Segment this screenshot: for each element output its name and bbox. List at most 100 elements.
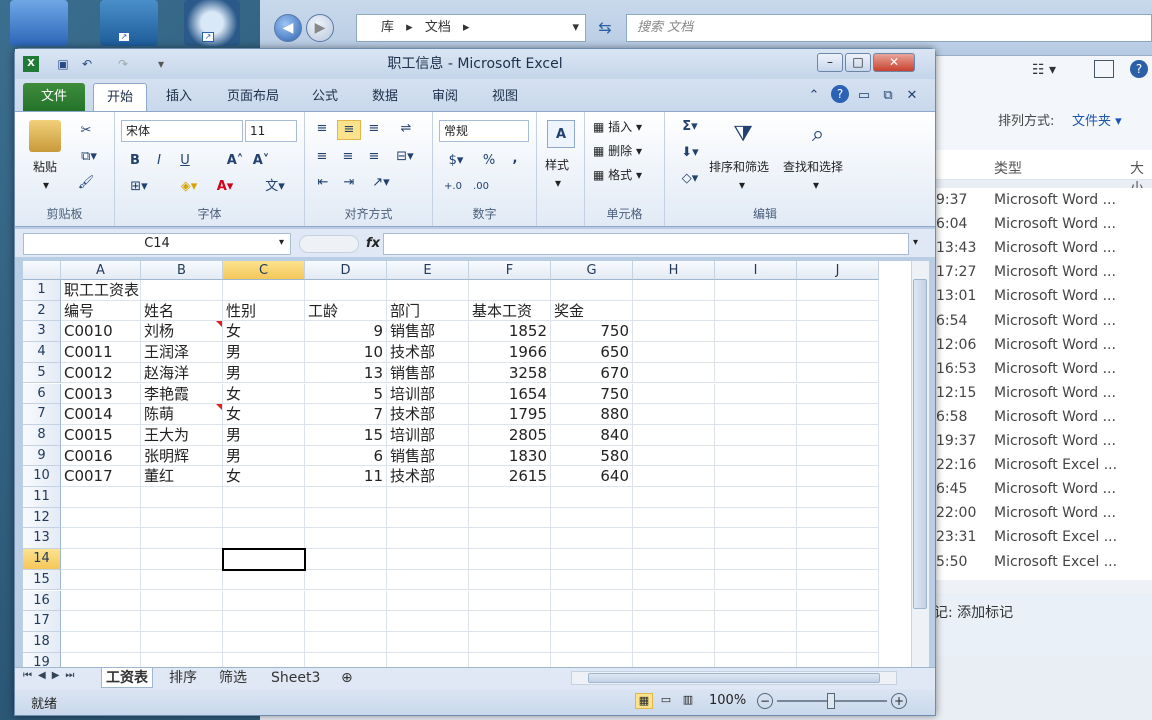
align-left-icon[interactable]: ≡ [313,148,331,166]
breadcrumb-library[interactable]: 库 [381,20,394,35]
zoom-slider-thumb[interactable] [827,693,835,709]
cell-f14[interactable] [469,549,551,570]
cell-h19[interactable] [633,652,715,667]
cell-i12[interactable] [715,507,797,529]
cell-i19[interactable] [715,652,797,667]
cell-d17[interactable] [305,611,387,632]
cell-h8[interactable] [633,424,715,446]
explorer-file-row[interactable]: 6:45 Microsoft Word ... [932,477,1152,501]
font-color-icon[interactable]: A▾ [211,178,239,196]
column-header-a[interactable]: A [61,261,141,280]
cell-b11[interactable] [141,487,223,508]
column-header-f[interactable]: F [469,261,551,280]
cell-i3[interactable] [715,321,797,343]
cell-j16[interactable] [797,590,879,612]
styles-button[interactable]: 样式 [545,156,569,174]
sheet-nav-icon[interactable]: ⏮◀▶⏭ [23,670,80,681]
cell-e18[interactable] [387,631,469,653]
cell-g5[interactable]: 670 [551,362,633,384]
desktop-computer-icon[interactable] [10,0,68,46]
cell-a14[interactable] [61,549,141,570]
styles-dropdown-icon[interactable]: ▾ [555,174,561,192]
breadcrumb-documents[interactable]: 文档 [425,20,451,35]
cell-g9[interactable]: 580 [551,445,633,467]
worksheet-grid[interactable]: A B C D E F G H I J 1 职工工资表 2 编号 姓名 性别 工龄 部门 基本工资 奖金 3 C0010 刘… [23,261,911,667]
decrease-decimal-icon[interactable]: .00 [469,178,493,196]
cell-h5[interactable] [633,362,715,384]
cell-g4[interactable]: 650 [551,342,633,363]
cell-c19[interactable] [223,652,305,667]
row-header-18[interactable]: 18 [23,631,61,653]
insert-function-icon[interactable]: fx [361,233,385,255]
cell-d14[interactable] [305,549,387,570]
currency-icon[interactable]: $▾ [441,152,471,170]
cell-g11[interactable] [551,487,633,508]
cell-j19[interactable] [797,652,879,667]
cell-h12[interactable] [633,507,715,529]
horizontal-scrollbar[interactable] [571,671,897,685]
cell-d10[interactable]: 11 [305,466,387,487]
page-break-view-icon[interactable]: ▥ [679,693,697,709]
cell-e9[interactable]: 销售部 [387,445,469,467]
fill-icon[interactable]: ⬇▾ [675,144,705,162]
cell-j8[interactable] [797,424,879,446]
phonetic-icon[interactable]: 文▾ [261,178,289,196]
cell-e2[interactable]: 部门 [387,300,469,322]
cell-c7[interactable]: 女 [223,404,305,425]
cell-d13[interactable] [305,528,387,550]
font-size-select[interactable]: 11 [245,120,297,142]
cell-i10[interactable] [715,466,797,487]
column-header-d[interactable]: D [305,261,387,280]
format-cells-button[interactable]: ▦ 格式 ▾ [593,166,642,184]
cell-j18[interactable] [797,631,879,653]
cell-a9[interactable]: C0016 [61,445,141,467]
styles-icon[interactable]: A [547,120,575,148]
cell-h15[interactable] [633,569,715,591]
cell-e8[interactable]: 培训部 [387,424,469,446]
cell-f17[interactable] [469,611,551,632]
cell-j2[interactable] [797,300,879,322]
back-icon[interactable]: ◀ [274,14,302,42]
explorer-file-row[interactable]: 22:16 Microsoft Excel ... [932,453,1152,477]
cell-d6[interactable]: 5 [305,383,387,405]
vertical-scrollbar[interactable] [911,261,929,667]
cell-f3[interactable]: 1852 [469,321,551,343]
cell-e5[interactable]: 销售部 [387,362,469,384]
cell-e11[interactable] [387,487,469,508]
cell-c14[interactable] [223,549,305,570]
paste-button[interactable]: 粘贴 [33,158,57,176]
bold-button[interactable]: B [127,152,143,170]
cell-h17[interactable] [633,611,715,632]
cell-e4[interactable]: 技术部 [387,342,469,363]
cell-j11[interactable] [797,487,879,508]
cell-a3[interactable]: C0010 [61,321,141,343]
cell-f15[interactable] [469,569,551,591]
cell-j17[interactable] [797,611,879,632]
cell-e10[interactable]: 技术部 [387,466,469,487]
row-header-10[interactable]: 10 [23,466,61,487]
help-icon[interactable]: ? [831,85,849,103]
explorer-file-row[interactable]: 9:37 Microsoft Word ... [932,188,1152,212]
cell-h1[interactable] [633,280,715,301]
fill-color-icon[interactable]: ◈▾ [175,178,203,196]
cell-d15[interactable] [305,569,387,591]
explorer-file-row[interactable]: 5:50 Microsoft Excel ... [932,550,1152,574]
cell-h10[interactable] [633,466,715,487]
cell-a4[interactable]: C0011 [61,342,141,363]
cell-e14[interactable] [387,549,469,570]
cell-b2[interactable]: 姓名 [141,300,223,322]
cell-j3[interactable] [797,321,879,343]
cell-i1[interactable] [715,280,797,301]
explorer-file-row[interactable]: 6:54 Microsoft Word ... [932,309,1152,333]
cell-b10[interactable]: 董红 [141,466,223,487]
borders-icon[interactable]: ⊞▾ [125,178,153,196]
cell-g8[interactable]: 840 [551,424,633,446]
cell-f10[interactable]: 2615 [469,466,551,487]
copy-icon[interactable]: ⧉▾ [77,148,101,166]
comment-indicator-icon[interactable] [216,321,222,328]
column-header-c[interactable]: C [223,261,305,280]
align-middle-icon[interactable]: ≡ [337,120,361,140]
column-header-h[interactable]: H [633,261,715,280]
row-header-17[interactable]: 17 [23,611,61,632]
cell-d4[interactable]: 10 [305,342,387,363]
